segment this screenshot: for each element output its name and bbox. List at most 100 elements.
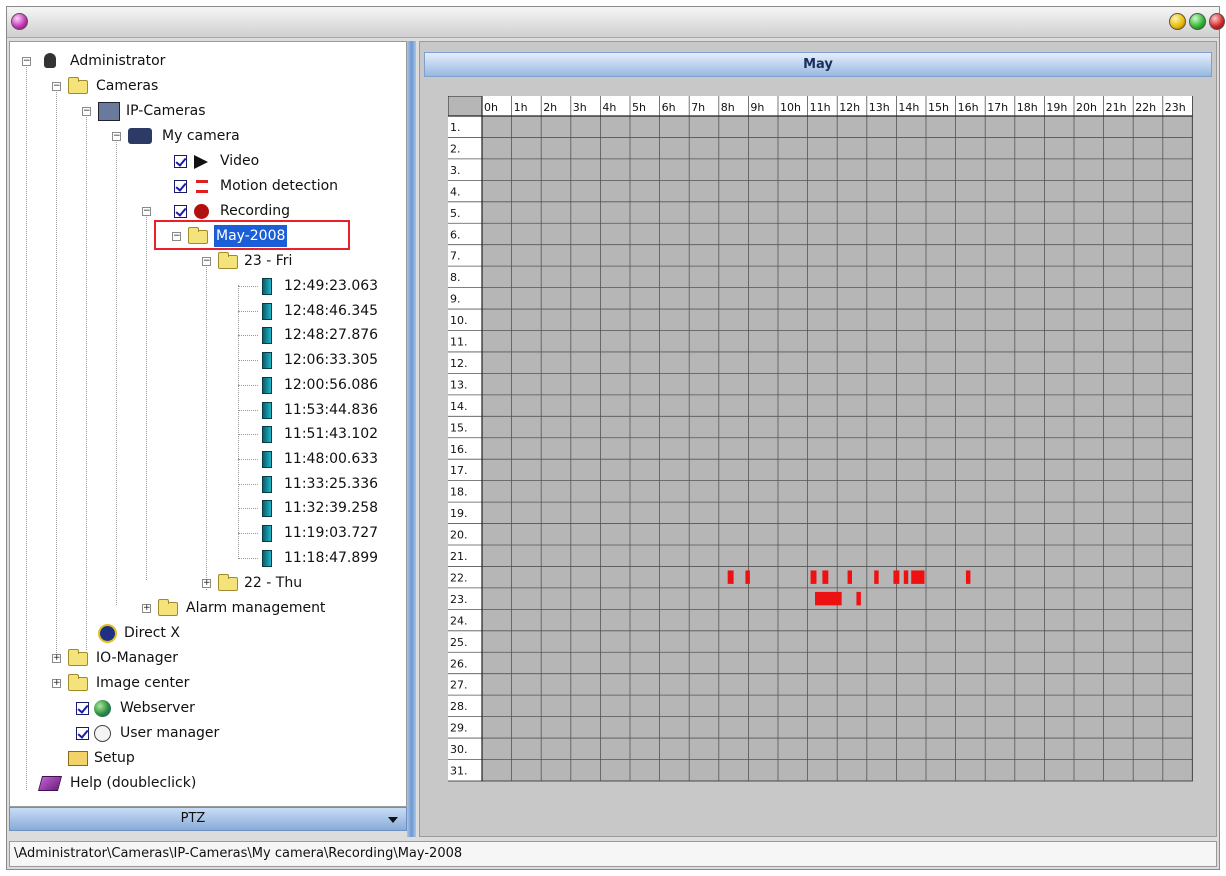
tree-line (238, 508, 258, 510)
folder-icon (68, 674, 88, 691)
hour-label: 11h (810, 101, 831, 114)
recording-checkbox[interactable] (174, 205, 187, 218)
hour-label: 16h (958, 101, 979, 114)
hour-label: 0h (484, 101, 498, 114)
tree-label: Administrator (70, 53, 166, 69)
hour-label: 18h (1017, 101, 1038, 114)
navigation-tree: − Administrator − Cameras − IP-Cameras −… (9, 41, 407, 807)
tree-label: My camera (162, 128, 240, 144)
collapse-toggle[interactable]: − (52, 82, 61, 91)
motion-detection-checkbox[interactable] (174, 180, 187, 193)
expand-toggle[interactable]: + (52, 679, 61, 688)
hour-label: 9h (750, 101, 764, 114)
tree-line (238, 458, 258, 460)
day-label: 16. (450, 443, 468, 456)
recording-mark (727, 570, 734, 584)
file-icon (262, 500, 272, 518)
panel-splitter[interactable] (407, 41, 416, 837)
folder-icon (188, 227, 208, 244)
month-title-bar: May (424, 52, 1212, 77)
record-icon (194, 204, 209, 219)
tree-line (56, 85, 57, 655)
collapse-toggle[interactable]: − (172, 232, 181, 241)
tree-label: Setup (94, 750, 135, 766)
file-icon (262, 327, 272, 345)
tree-line (238, 286, 258, 287)
file-icon (262, 302, 272, 320)
tree-label: 22 - Thu (244, 575, 303, 591)
folder-icon (68, 77, 88, 94)
tree-line (86, 110, 87, 650)
tree-label: 12:48:46.345 (284, 302, 379, 319)
camera-icon (128, 128, 152, 144)
tree-line (238, 310, 258, 312)
hour-label: 22h (1135, 101, 1156, 114)
tree-line (238, 483, 258, 485)
day-label: 29. (450, 722, 468, 735)
tree-label: 23 - Fri (244, 253, 293, 269)
maximize-icon[interactable] (1189, 13, 1206, 30)
motion-icon (196, 180, 208, 193)
hour-label: 14h (898, 101, 919, 114)
setup-icon (68, 751, 88, 766)
collapse-toggle[interactable]: − (82, 107, 91, 116)
expand-toggle[interactable]: + (52, 654, 61, 663)
recording-mark (847, 570, 852, 584)
users-icon (94, 725, 111, 742)
title-bar (7, 7, 1225, 38)
collapse-toggle[interactable]: − (22, 57, 31, 66)
collapse-toggle[interactable]: − (112, 132, 121, 141)
system-menu-icon[interactable] (11, 13, 28, 30)
file-icon (262, 450, 272, 468)
user-manager-checkbox[interactable] (76, 727, 89, 740)
day-label: 10. (450, 314, 468, 327)
expand-toggle[interactable]: + (202, 579, 211, 588)
recording-mark (815, 591, 842, 606)
hour-label: 8h (721, 101, 735, 114)
day-label: 31. (450, 765, 468, 778)
collapse-toggle[interactable]: − (202, 257, 211, 266)
day-label: 21. (450, 550, 468, 563)
tree-label: 12:06:33.305 (284, 352, 379, 369)
day-label: 8. (450, 271, 461, 284)
recording-mark (856, 591, 861, 606)
play-icon (194, 155, 208, 169)
hour-label: 6h (662, 101, 676, 114)
tree-line (238, 409, 258, 411)
tree-line (206, 260, 207, 590)
tree-label: 12:49:23.063 (284, 278, 379, 294)
hour-label: 10h (780, 101, 801, 114)
day-label: 20. (450, 529, 468, 542)
recording-calendar-grid[interactable]: 0h 1h 2h 3h 4h 5h 6h 7h 8h 9h 10h 11h 12h 13h 14h 15h 16… (448, 96, 1198, 832)
day-label: 4. (450, 185, 461, 198)
collapse-toggle[interactable]: − (142, 207, 151, 216)
tree-label: Video (220, 153, 260, 169)
day-label: 14. (450, 400, 468, 413)
folder-icon (218, 252, 238, 269)
user-icon (44, 53, 56, 68)
expand-toggle[interactable]: + (142, 604, 151, 613)
tree-label: 11:33:25.336 (284, 475, 379, 492)
help-book-icon (37, 776, 63, 791)
tree-label: May-2008 (214, 225, 288, 247)
close-icon[interactable] (1209, 13, 1225, 30)
grid-background (448, 96, 1193, 782)
app-window: − Administrator − Cameras − IP-Cameras −… (6, 6, 1225, 870)
tree-label: 11:18:47.899 (284, 549, 379, 566)
tree-line (238, 360, 258, 362)
tree-label: 12:48:27.876 (284, 327, 379, 344)
day-label: 18. (450, 486, 468, 499)
tree-label: IO-Manager (96, 650, 178, 666)
minimize-icon[interactable] (1169, 13, 1186, 30)
video-checkbox[interactable] (174, 155, 187, 168)
recording-mark (810, 570, 817, 584)
hour-label: 19h (1046, 101, 1067, 114)
day-label: 12. (450, 357, 468, 370)
ptz-dropdown[interactable]: PTZ (9, 807, 407, 831)
day-label: 11. (450, 336, 468, 349)
tree-label: Image center (96, 675, 190, 691)
webserver-checkbox[interactable] (76, 702, 89, 715)
tree-line (238, 557, 258, 559)
tree-label: Webserver (120, 700, 195, 716)
hour-label: 12h (839, 101, 860, 114)
